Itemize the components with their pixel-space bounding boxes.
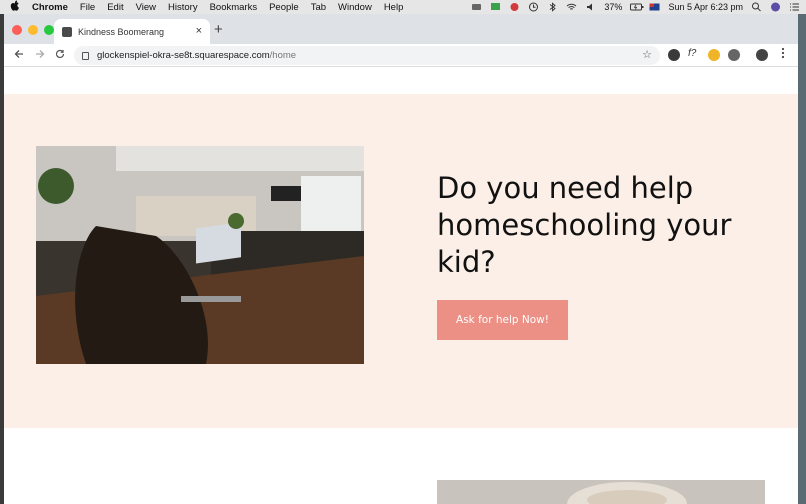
volume-icon[interactable] [585,2,596,12]
bluetooth-icon[interactable] [547,2,558,12]
menu-app-chrome[interactable]: Chrome [32,2,68,13]
time-machine-icon[interactable] [528,2,539,12]
siri-icon[interactable] [770,2,781,12]
menu-bookmarks[interactable]: Bookmarks [210,2,258,13]
browser-toolbar: glockenspiel-okra-se8t.squarespace.com/h… [4,44,798,67]
menu-edit[interactable]: Edit [107,2,123,13]
apple-menu-icon[interactable] [10,0,22,14]
forward-arrow-icon[interactable] [35,48,45,62]
flag-icon[interactable] [490,2,501,12]
close-tab-icon[interactable]: × [196,25,202,37]
reload-icon[interactable] [55,48,65,62]
zoom-window-button[interactable] [44,25,54,35]
menu-history[interactable]: History [168,2,198,13]
minimize-window-button[interactable] [28,25,38,35]
lock-icon[interactable] [82,51,89,60]
tab-kindness-boomerang[interactable]: Kindness Boomerang × [54,19,210,44]
chrome-menu-icon[interactable] [780,47,786,62]
hero-headline: Do you need help homeschooling your kid? [437,171,732,279]
extension-dark-icon[interactable] [668,49,680,61]
hero-section: Do you need help homeschooling your kid?… [4,94,798,428]
extension-coin-icon[interactable] [708,49,720,61]
battery-icon[interactable] [630,2,644,12]
menu-people[interactable]: People [269,2,299,13]
spotlight-search-icon[interactable] [751,2,762,12]
clock[interactable]: Sun 5 Apr 6:23 pm [668,2,743,12]
wordpress-extension-icon[interactable] [728,49,740,61]
menu-view[interactable]: View [136,2,156,13]
url-path: /home [269,50,297,61]
section-image [437,480,765,504]
keyboard-flag-icon[interactable] [649,2,660,12]
browser-window: Kindness Boomerang × + glockenspiel-okra… [4,14,798,504]
hero-photo [36,146,364,364]
back-arrow-icon[interactable] [14,48,24,62]
site-favicon-icon [62,26,72,37]
tab-title: Kindness Boomerang [78,26,165,37]
menu-tab[interactable]: Tab [311,2,326,13]
profile-avatar-icon[interactable] [756,49,768,61]
menu-file[interactable]: File [80,2,95,13]
mac-menubar: Chrome File Edit View History Bookmarks … [0,0,806,14]
menu-help[interactable]: Help [384,2,404,13]
bookmark-star-icon[interactable]: ☆ [642,48,652,61]
url-host: glockenspiel-okra-se8t.squarespace.com [97,50,270,61]
status-app-icon[interactable] [471,2,482,12]
extension-f-icon[interactable]: f? [688,48,696,59]
battery-percent[interactable]: 37% [604,2,622,12]
ask-for-help-button[interactable]: Ask for help Now! [437,300,568,340]
desktop-background [798,14,806,504]
new-tab-button[interactable]: + [214,21,223,38]
close-window-button[interactable] [12,25,22,35]
tab-strip: Kindness Boomerang × + [4,14,798,44]
window-controls [12,25,54,35]
address-bar[interactable]: glockenspiel-okra-se8t.squarespace.com/h… [74,46,660,65]
wifi-icon[interactable] [566,2,577,12]
menu-window[interactable]: Window [338,2,372,13]
status-area: 37% Sun 5 Apr 6:23 pm [471,0,800,14]
notification-center-icon[interactable] [789,2,800,12]
creative-cloud-icon[interactable] [509,2,520,12]
web-page: Do you need help homeschooling your kid?… [4,67,798,504]
